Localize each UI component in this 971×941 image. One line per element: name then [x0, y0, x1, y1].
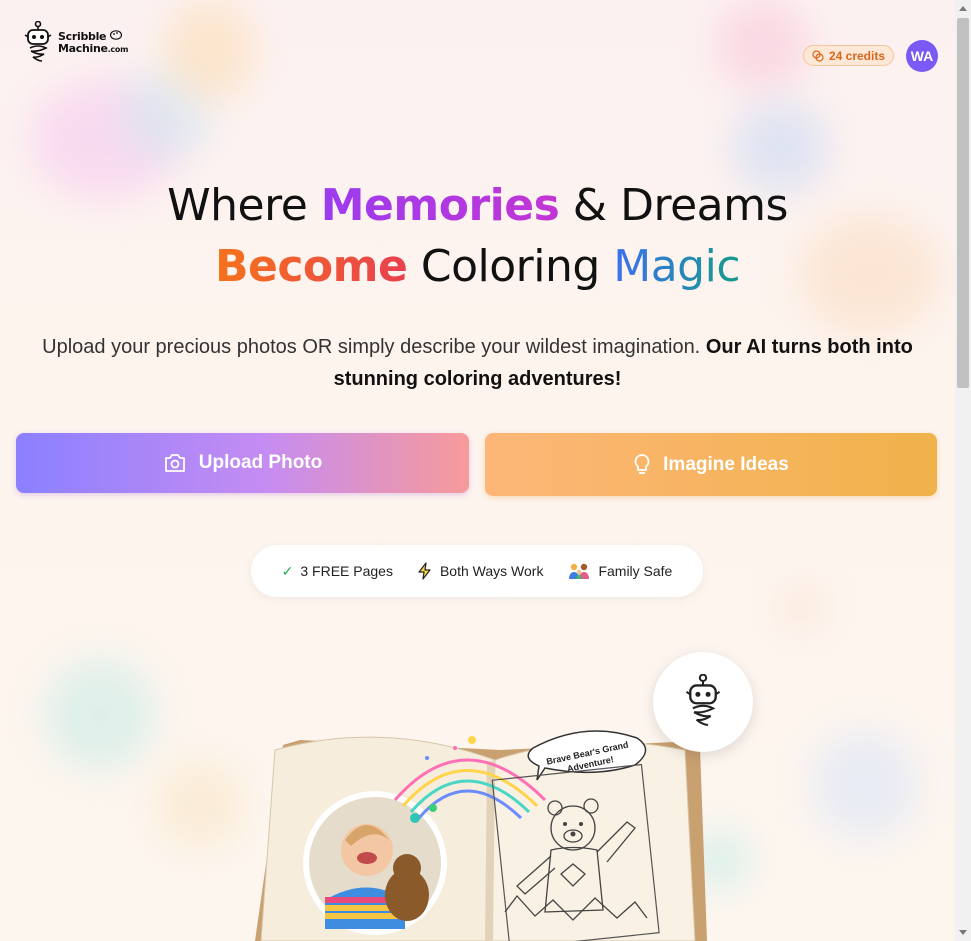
hero-title-line1: Where Memories & Dreams	[0, 180, 955, 231]
coins-icon	[812, 49, 824, 62]
family-icon	[569, 563, 590, 579]
user-avatar[interactable]: WA	[906, 40, 938, 72]
features-pill: ✓ 3 FREE Pages Both Ways Work Family Saf…	[251, 545, 703, 597]
decor-blob	[45, 660, 155, 770]
site-logo[interactable]: Scribble Machine.com	[22, 21, 128, 65]
logo-line2: Machine	[58, 42, 108, 55]
lightning-icon	[418, 562, 431, 580]
avatar-initials: WA	[910, 48, 934, 64]
hero-highlight-magic: Magic	[613, 241, 741, 292]
landing-page: Scribble Machine.com 24 credits WA Where…	[0, 0, 955, 941]
credits-badge[interactable]: 24 credits	[803, 45, 894, 66]
feature-both-ways: Both Ways Work	[417, 562, 543, 580]
imagine-ideas-button[interactable]: Imagine Ideas	[485, 433, 937, 496]
hero-highlight-memories: Memories	[320, 180, 560, 231]
hero-highlight-become: Become	[214, 241, 408, 292]
feature-label: Family Safe	[598, 563, 673, 579]
decor-blob	[715, 0, 810, 90]
logo-wordmark: Scribble Machine.com	[58, 30, 128, 56]
credits-label: 24 credits	[828, 48, 886, 63]
hero-title-line2: Become Coloring Magic	[0, 241, 955, 292]
decor-blob	[810, 730, 920, 840]
imagine-ideas-label: Imagine Ideas	[663, 453, 789, 475]
lightbulb-icon	[634, 453, 650, 474]
upload-photo-button[interactable]: Upload Photo	[16, 433, 469, 493]
hero-text: Coloring	[407, 241, 614, 292]
scroll-down-arrow-icon[interactable]	[959, 930, 967, 935]
feature-family-safe: Family Safe	[567, 562, 672, 580]
scroll-up-arrow-icon[interactable]	[959, 6, 967, 11]
camera-icon	[164, 454, 185, 472]
palette-icon	[109, 30, 122, 40]
robot-mascot-badge	[653, 652, 753, 752]
feature-label: 3 FREE Pages	[300, 563, 393, 579]
logo-suffix: .com	[107, 45, 129, 54]
scrollbar-thumb[interactable]	[957, 18, 969, 388]
check-icon: ✓	[281, 562, 294, 579]
decor-blob	[165, 0, 255, 100]
upload-photo-label: Upload Photo	[198, 452, 323, 473]
feature-free-pages: ✓ 3 FREE Pages	[282, 563, 393, 580]
robot-mascot-icon	[685, 674, 721, 726]
feature-label: Both Ways Work	[439, 563, 544, 579]
hero-subtitle: Upload your precious photos OR simply de…	[30, 331, 925, 395]
subtitle-plain: Upload your precious photos OR simply de…	[42, 336, 706, 358]
decor-blob	[785, 590, 820, 625]
hero-text: & Dreams	[559, 180, 789, 231]
robot-logo-icon	[24, 21, 52, 62]
decor-blob	[155, 760, 245, 850]
hero-text: Where	[167, 180, 321, 231]
